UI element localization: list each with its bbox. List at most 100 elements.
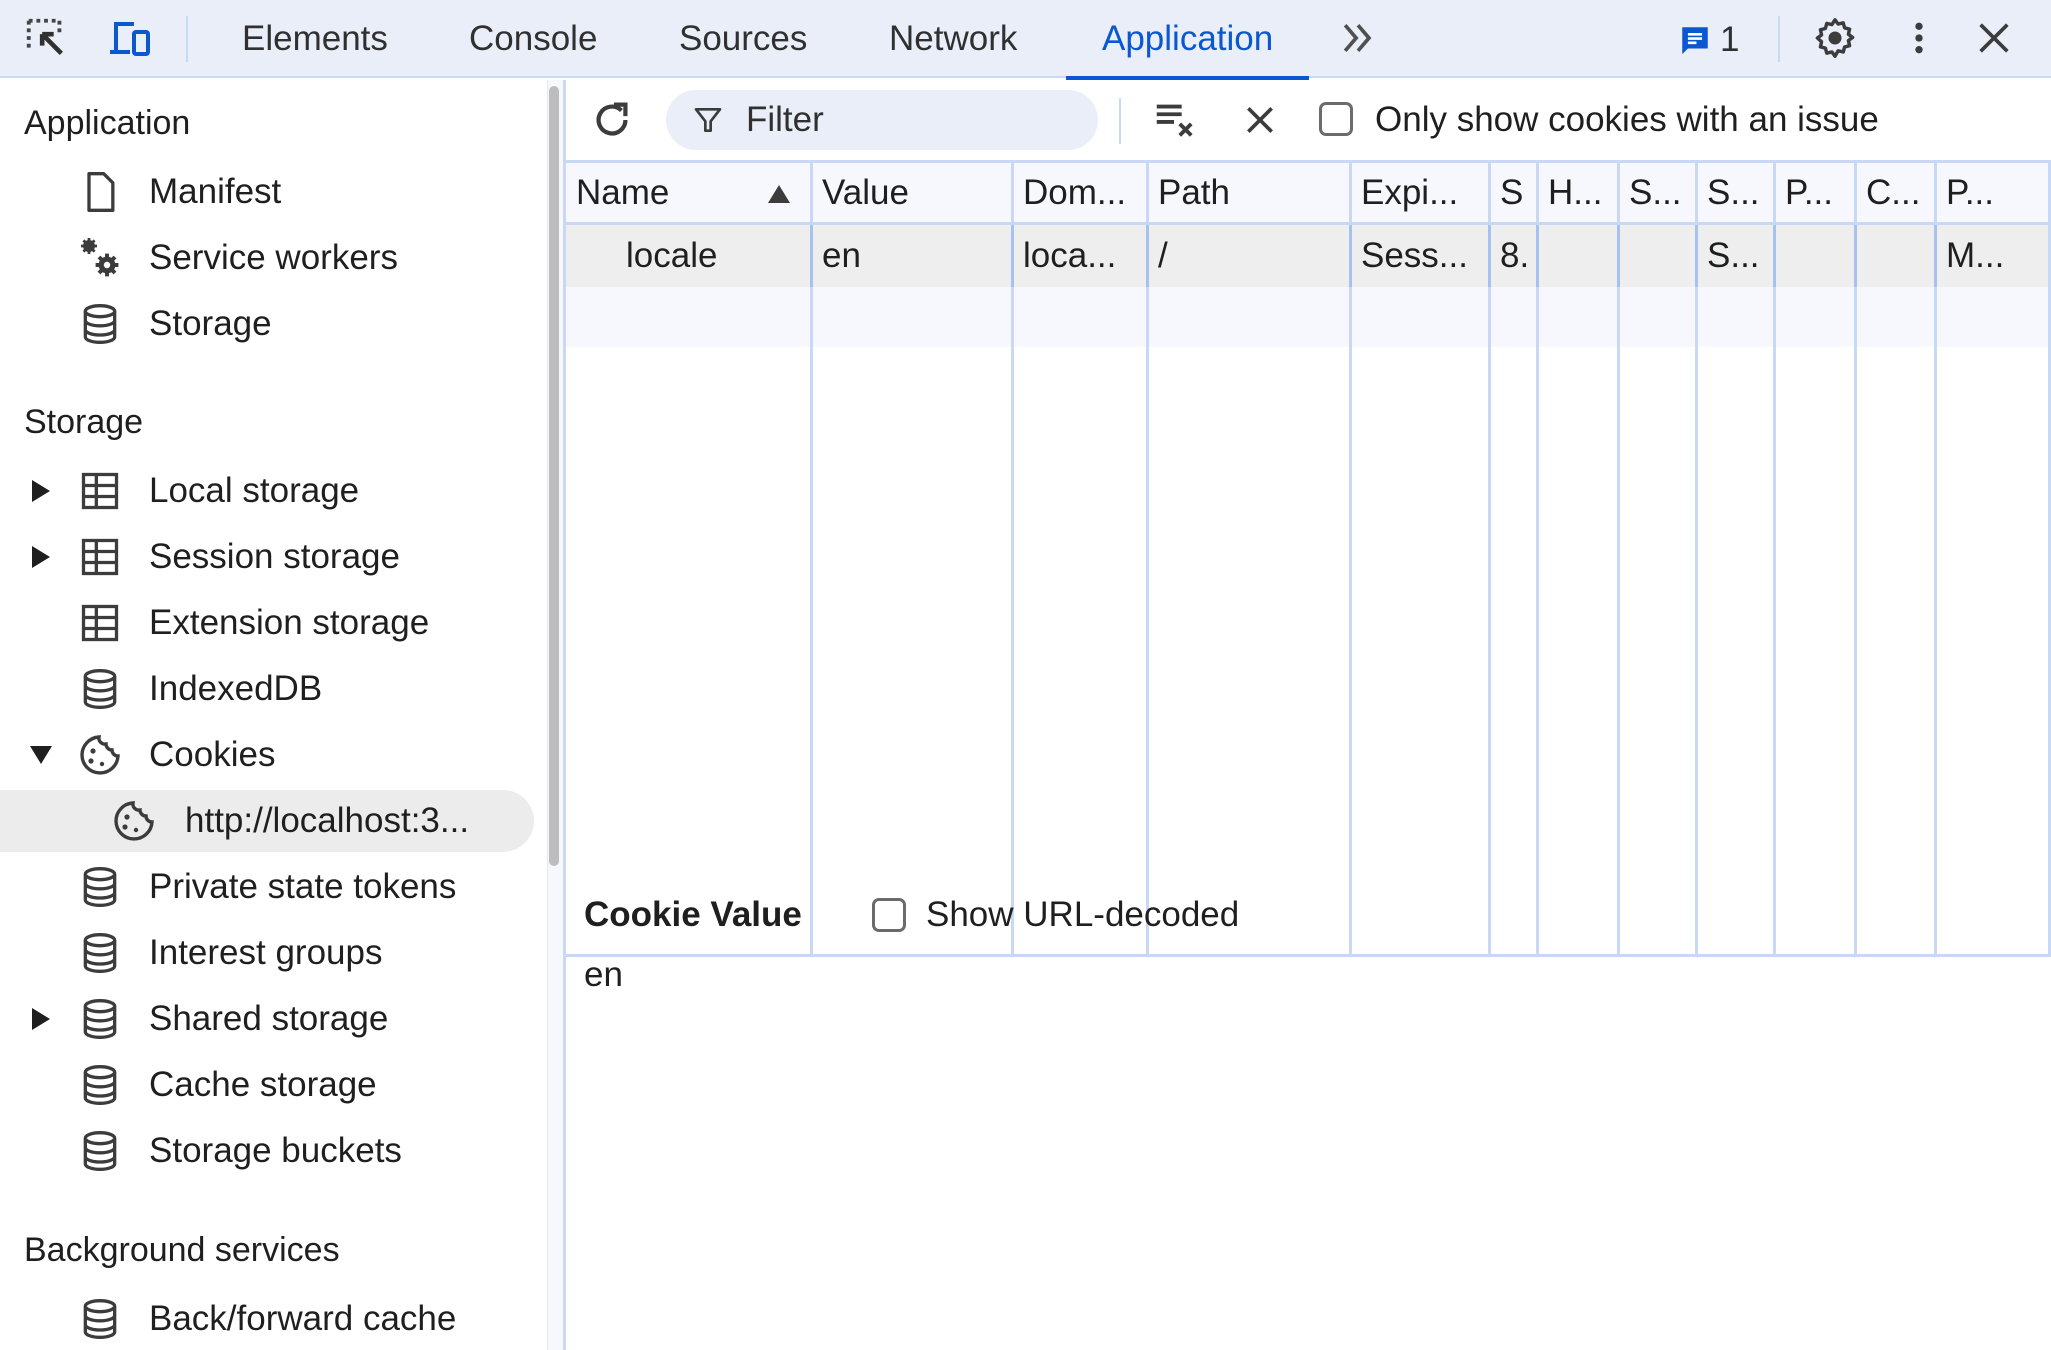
column-header[interactable]: C... xyxy=(1856,163,1936,225)
sidebar-item-local-storage[interactable]: Local storage xyxy=(0,460,534,522)
close-icon xyxy=(1247,107,1273,133)
table-cell[interactable] xyxy=(1619,225,1697,287)
database-icon xyxy=(76,1061,124,1109)
column-header[interactable]: H... xyxy=(1538,163,1619,225)
cookie-icon xyxy=(76,731,124,779)
sidebar-item-interest-groups[interactable]: Interest groups xyxy=(0,922,534,984)
table-cell[interactable]: M... xyxy=(1936,225,2048,287)
table-icon xyxy=(76,533,124,581)
sidebar-item-storage-buckets[interactable]: Storage buckets xyxy=(0,1120,534,1182)
clear-all-cookies-button[interactable] xyxy=(1150,96,1198,144)
row-cell-divider xyxy=(1695,225,1698,287)
database-icon xyxy=(76,863,124,911)
chevron-double-right-icon xyxy=(1343,23,1372,53)
sidebar-item-cookies[interactable]: Cookies xyxy=(0,724,534,786)
vertical-dots-icon xyxy=(1915,22,1923,54)
more-tabs-button[interactable] xyxy=(1334,14,1382,62)
device-mode-icon xyxy=(110,22,150,56)
close-icon xyxy=(1979,23,2009,53)
table-cell[interactable] xyxy=(1775,225,1856,287)
table-cell[interactable]: Sess... xyxy=(1351,225,1490,287)
sidebar-item-indexeddb[interactable]: IndexedDB xyxy=(0,658,534,720)
tab-elements[interactable]: Elements xyxy=(236,0,394,78)
sidebar-item-session-storage[interactable]: Session storage xyxy=(0,526,534,588)
table-cell[interactable]: locale xyxy=(566,225,812,287)
sidebar-heading-storage: Storage xyxy=(24,403,144,441)
database-icon xyxy=(76,995,124,1043)
refresh-button[interactable] xyxy=(588,96,636,144)
table-cell[interactable]: 8. xyxy=(1490,225,1538,287)
delete-selected-cookie-button[interactable] xyxy=(1236,96,1284,144)
device-toolbar-button[interactable] xyxy=(106,14,154,62)
row-cell-divider xyxy=(1488,225,1491,287)
column-header[interactable]: S... xyxy=(1697,163,1775,225)
column-header[interactable]: P... xyxy=(1936,163,2048,225)
column-header[interactable]: Value xyxy=(812,163,1013,225)
column-header[interactable]: Dom... xyxy=(1013,163,1148,225)
sidebar-heading-application: Application xyxy=(24,104,191,142)
column-header[interactable]: Path xyxy=(1148,163,1351,225)
tab-application[interactable]: Application xyxy=(1065,0,1310,80)
row-cell-divider xyxy=(1773,225,1776,287)
row-cell-divider xyxy=(1854,225,1857,287)
issues-count: 1 xyxy=(1720,20,1740,59)
table-cell[interactable]: / xyxy=(1148,225,1351,287)
expand-arrow-icon[interactable] xyxy=(30,480,52,502)
sidebar-item-service-workers[interactable]: Service workers xyxy=(0,227,534,289)
toolbar-divider xyxy=(1119,98,1121,144)
column-header[interactable]: P... xyxy=(1775,163,1856,225)
gears-icon xyxy=(76,234,124,282)
row-cell-divider xyxy=(1536,225,1539,287)
sidebar-item-back-forward-cache[interactable]: Back/forward cache xyxy=(0,1288,534,1350)
database-icon xyxy=(76,300,124,348)
cookies-table: P... C... P... S... S... H... S Expi... Path Dom.… xyxy=(566,160,2051,957)
sidebar-item-cache-storage[interactable]: Cache storage xyxy=(0,1054,534,1116)
sidebar-item-storage-overview[interactable]: Storage xyxy=(0,293,534,355)
sidebar-scrollbar-thumb[interactable] xyxy=(549,86,559,866)
sidebar-item-private-state-tokens[interactable]: Private state tokens xyxy=(0,856,534,918)
table-icon xyxy=(76,467,124,515)
inspect-element-button[interactable] xyxy=(22,14,70,62)
column-header[interactable]: Expi... xyxy=(1351,163,1490,225)
tab-sources[interactable]: Sources xyxy=(673,0,813,78)
row-cell-divider xyxy=(1617,225,1620,287)
column-header[interactable]: S xyxy=(1490,163,1538,225)
expand-arrow-icon[interactable] xyxy=(30,546,52,568)
tab-network[interactable]: Network xyxy=(883,0,1023,78)
expand-arrow-icon[interactable] xyxy=(30,1008,52,1030)
issues-button[interactable]: 1 xyxy=(1678,18,1739,62)
table-cell[interactable] xyxy=(1856,225,1936,287)
collapse-arrow-icon[interactable] xyxy=(30,744,52,766)
table-cell[interactable]: en xyxy=(812,225,1013,287)
cookies-toolbar: Only show cookies with an issue xyxy=(566,80,2051,160)
sidebar-item-manifest[interactable]: Manifest xyxy=(0,161,534,223)
show-url-decoded-checkbox[interactable] xyxy=(872,898,906,932)
devtools-tab-bar: Elements Console Sources Network Applica… xyxy=(0,0,2051,80)
filter-field[interactable] xyxy=(666,90,1098,150)
table-cell[interactable]: S... xyxy=(1697,225,1775,287)
table-cell[interactable]: loca... xyxy=(1013,225,1148,287)
table-cell[interactable] xyxy=(1538,225,1619,287)
inspect-element-icon xyxy=(26,18,63,55)
more-options-button[interactable] xyxy=(1895,14,1943,62)
settings-button[interactable] xyxy=(1811,14,1859,62)
table-icon xyxy=(76,599,124,647)
sidebar-heading-background-services: Background services xyxy=(24,1231,340,1269)
row-cell-divider xyxy=(810,225,813,287)
toolbar-divider xyxy=(1778,16,1780,62)
column-header[interactable]: S... xyxy=(1619,163,1697,225)
sidebar-item-shared-storage[interactable]: Shared storage xyxy=(0,988,534,1050)
sidebar-item-cookies-localhost[interactable]: http://localhost:3... xyxy=(0,790,534,852)
issues-message-icon xyxy=(1682,27,1708,55)
close-devtools-button[interactable] xyxy=(1970,14,2018,62)
application-sidebar: Application Manifest Service workers Sto… xyxy=(0,80,547,1350)
only-issues-checkbox[interactable] xyxy=(1319,102,1353,136)
toolbar-divider xyxy=(186,16,188,62)
gear-icon xyxy=(1815,18,1855,58)
filter-input[interactable] xyxy=(746,90,1086,150)
sidebar-item-extension-storage[interactable]: Extension storage xyxy=(0,592,534,654)
row-cell-divider xyxy=(1934,225,1937,287)
database-icon xyxy=(76,1295,124,1343)
tab-console[interactable]: Console xyxy=(463,0,603,78)
document-icon xyxy=(76,168,124,216)
